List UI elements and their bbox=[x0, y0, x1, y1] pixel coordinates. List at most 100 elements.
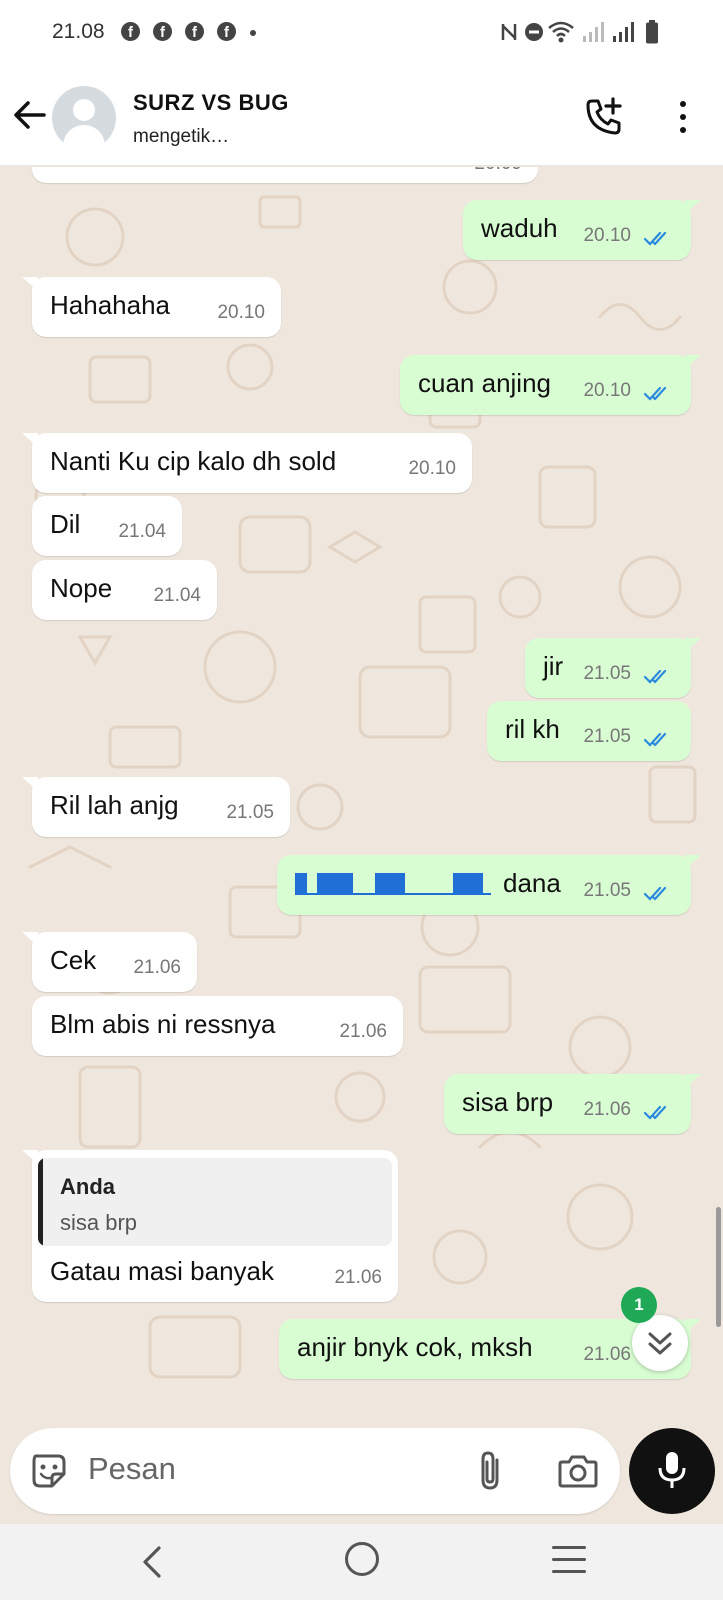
unread-count-badge: 1 bbox=[621, 1287, 657, 1323]
message-text: Nanti Ku cip kalo dh sold bbox=[50, 446, 337, 476]
facebook-icon: f bbox=[121, 22, 140, 41]
attach-icon[interactable] bbox=[475, 1450, 507, 1492]
message-outgoing[interactable]: jir 21.05 bbox=[525, 638, 701, 698]
message-outgoing[interactable]: anjir bnyk cok, mksh 21.06 bbox=[279, 1319, 701, 1379]
quote-author: Anda bbox=[60, 1174, 115, 1199]
bubble-tail bbox=[685, 1074, 701, 1088]
message-incoming[interactable]: Nanti Ku cip kalo dh sold 20.10 bbox=[22, 433, 472, 493]
message-time: 21.06 bbox=[339, 1021, 387, 1042]
message-text: dana bbox=[503, 868, 561, 898]
message-outgoing[interactable]: dana 21.05 bbox=[277, 855, 701, 915]
message-time: 20.10 bbox=[408, 458, 456, 479]
message-incoming[interactable]: 20.09 bbox=[32, 167, 538, 183]
avatar-body bbox=[63, 125, 105, 150]
double-chevron-down-icon bbox=[648, 1332, 672, 1355]
message-outgoing[interactable]: cuan anjing 20.10 bbox=[400, 355, 701, 415]
redacted-link[interactable] bbox=[453, 873, 483, 895]
voice-message-button[interactable] bbox=[629, 1428, 715, 1514]
quote-bar bbox=[38, 1158, 43, 1246]
more-options-icon[interactable] bbox=[670, 98, 696, 136]
message-composer[interactable]: Pesan bbox=[10, 1428, 620, 1514]
scroll-to-bottom-button[interactable] bbox=[632, 1315, 688, 1371]
message-text: sisa brp bbox=[462, 1087, 554, 1117]
facebook-icon: f bbox=[217, 22, 236, 41]
camera-icon[interactable] bbox=[558, 1452, 598, 1490]
message-outgoing[interactable]: sisa brp 21.06 bbox=[444, 1074, 701, 1134]
message-input[interactable]: Pesan bbox=[88, 1451, 176, 1487]
avatar-head bbox=[73, 99, 95, 121]
message-incoming[interactable]: Blm abis ni ressnya 21.06 bbox=[32, 996, 403, 1056]
message-time: 21.06 bbox=[583, 1344, 631, 1365]
facebook-icon: f bbox=[153, 22, 172, 41]
nav-home-icon[interactable] bbox=[345, 1542, 379, 1576]
message-incoming[interactable]: Nope 21.04 bbox=[32, 560, 217, 620]
message-text: Gatau masi banyak bbox=[50, 1256, 275, 1286]
scrollbar[interactable] bbox=[716, 1207, 721, 1327]
chat-header: SURZ VS BUG mengetik… bbox=[0, 66, 723, 166]
link-underline bbox=[295, 893, 491, 895]
bubble-tail bbox=[685, 355, 701, 369]
message-text: Ril lah anjg bbox=[50, 790, 179, 820]
message-time: 21.04 bbox=[153, 585, 201, 606]
message-time: 21.05 bbox=[583, 880, 631, 901]
back-arrow-icon[interactable] bbox=[12, 97, 48, 133]
facebook-icon: f bbox=[185, 22, 204, 41]
nav-recents-icon[interactable] bbox=[552, 1546, 586, 1582]
sticker-emoji-icon[interactable] bbox=[30, 1452, 68, 1490]
message-time: 21.05 bbox=[583, 663, 631, 684]
message-outgoing[interactable]: ril kh 21.05 bbox=[487, 701, 691, 761]
message-time: 21.06 bbox=[133, 957, 181, 978]
message-incoming[interactable]: Dil 21.04 bbox=[32, 496, 182, 556]
message-text: Cek bbox=[50, 945, 97, 975]
message-time: 21.04 bbox=[118, 521, 166, 542]
read-receipt-icon bbox=[643, 386, 667, 401]
read-receipt-icon bbox=[643, 669, 667, 684]
bubble-tail bbox=[22, 1150, 38, 1164]
message-text: Hahahaha bbox=[50, 290, 170, 320]
wifi-icon bbox=[548, 21, 574, 43]
battery-icon bbox=[646, 20, 658, 44]
signal-icon bbox=[613, 22, 634, 42]
quote-text: sisa brp bbox=[60, 1210, 138, 1235]
message-time: 20.10 bbox=[583, 225, 631, 246]
typing-status: mengetik… bbox=[133, 126, 230, 147]
status-bar: 21.08 f f f f bbox=[0, 0, 723, 66]
message-time: 20.10 bbox=[217, 302, 265, 323]
read-receipt-icon bbox=[643, 1105, 667, 1120]
bubble-tail bbox=[22, 433, 38, 447]
message-time: 21.06 bbox=[583, 1099, 631, 1120]
microphone-icon bbox=[658, 1452, 686, 1488]
do-not-disturb-icon bbox=[525, 23, 543, 41]
nav-back-icon[interactable] bbox=[139, 1544, 163, 1580]
message-time: 21.06 bbox=[334, 1267, 382, 1288]
message-incoming-reply[interactable]: Anda sisa brp Gatau masi banyak 21.06 bbox=[22, 1150, 398, 1302]
redacted-link[interactable] bbox=[375, 873, 405, 895]
message-incoming[interactable]: Cek 21.06 bbox=[22, 932, 197, 992]
bubble-tail bbox=[22, 932, 38, 946]
redacted-link[interactable] bbox=[295, 873, 307, 895]
message-time: 20.10 bbox=[583, 380, 631, 401]
message-outgoing[interactable]: waduh 20.10 bbox=[463, 200, 701, 260]
avatar[interactable] bbox=[52, 86, 116, 150]
message-text: Nope bbox=[50, 573, 113, 603]
read-receipt-icon bbox=[643, 231, 667, 246]
status-time: 21.08 bbox=[52, 20, 105, 43]
message-text: ril kh bbox=[505, 714, 560, 744]
message-incoming[interactable]: Hahahaha 20.10 bbox=[22, 277, 281, 337]
message-time: 20.09 bbox=[474, 167, 522, 179]
message-time: 21.05 bbox=[583, 726, 631, 747]
message-text: jir bbox=[543, 651, 564, 681]
add-call-icon[interactable] bbox=[584, 97, 624, 137]
message-text: anjir bnyk cok, mksh bbox=[297, 1332, 533, 1362]
chat-area[interactable]: 20.09 waduh 20.10 Hahahaha 20.10 cuan an… bbox=[0, 167, 723, 1404]
system-nav-bar bbox=[0, 1524, 723, 1600]
message-incoming[interactable]: Ril lah anjg 21.05 bbox=[22, 777, 290, 837]
signal-icon bbox=[583, 22, 604, 42]
read-receipt-icon bbox=[643, 732, 667, 747]
redacted-link[interactable] bbox=[317, 873, 353, 895]
chat-title[interactable]: SURZ VS BUG bbox=[133, 90, 289, 116]
bubble-tail bbox=[685, 638, 701, 652]
message-text: Blm abis ni ressnya bbox=[50, 1009, 276, 1039]
quoted-message[interactable]: Anda sisa brp bbox=[38, 1158, 392, 1246]
bubble-tail bbox=[22, 277, 38, 291]
